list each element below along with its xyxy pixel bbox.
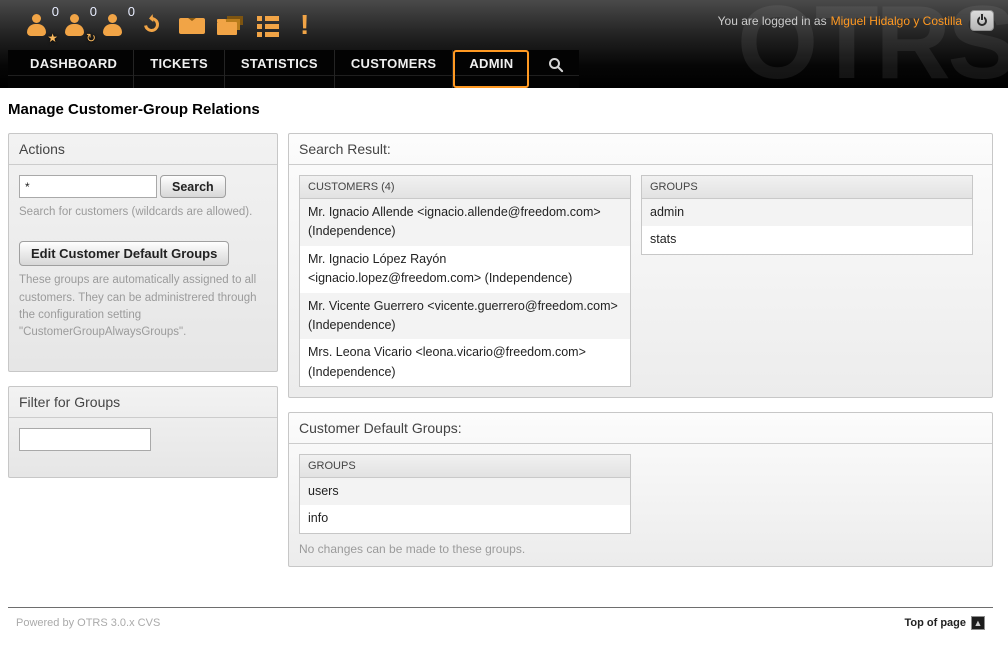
locked-tickets-count: 0 xyxy=(52,5,59,18)
queue-view-icon[interactable] xyxy=(212,6,250,46)
table-row: Mr. Ignacio López Rayón <ignacio.lopez@f… xyxy=(300,246,630,293)
arrow-up-icon: ▲ xyxy=(971,616,985,630)
star-adorn-icon: ★ xyxy=(47,32,58,44)
nav-item-admin[interactable]: ADMIN xyxy=(453,50,529,88)
responsible-tickets-icon[interactable]: ↻ 0 xyxy=(60,6,98,46)
customer-link[interactable]: Mr. Ignacio López Rayón <ignacio.lopez@f… xyxy=(300,246,630,293)
group-link[interactable]: stats xyxy=(642,226,972,253)
app-header: OTRS ★ 0 ↻ 0 0 ! You xyxy=(0,0,1008,88)
session-info: You are logged in as Miguel Hidalgo y Co… xyxy=(718,10,994,31)
locked-tickets-icon[interactable]: ★ 0 xyxy=(22,6,60,46)
page-footer: Powered by OTRS 3.0.x CVS Top of page ▲ xyxy=(8,607,993,630)
power-icon xyxy=(977,16,987,26)
nav-item-tickets[interactable]: TICKETS xyxy=(134,50,225,88)
search-result-title: Search Result: xyxy=(289,134,992,165)
login-prefix-label: You are logged in as xyxy=(718,14,827,28)
table-row: Mrs. Leona Vicario <leona.vicario@freedo… xyxy=(300,339,630,386)
nav-search-button[interactable] xyxy=(529,50,579,88)
groups-table: GROUPS admin stats xyxy=(641,175,973,255)
search-result-widget: Search Result: CUSTOMERS (4) Mr. Ignacio… xyxy=(288,133,993,398)
main-panel: Search Result: CUSTOMERS (4) Mr. Ignacio… xyxy=(288,133,993,581)
customer-link[interactable]: Mr. Vicente Guerrero <vicente.guerrero@f… xyxy=(300,293,630,340)
page-title: Manage Customer-Group Relations xyxy=(8,101,993,118)
edit-customer-default-groups-button[interactable]: Edit Customer Default Groups xyxy=(19,241,229,266)
person-icon xyxy=(103,14,123,38)
group-filter-input[interactable] xyxy=(19,428,151,451)
person-refresh-icon xyxy=(65,14,85,38)
customer-link[interactable]: Mrs. Leona Vicario <leona.vicario@freedo… xyxy=(300,339,630,386)
top-of-page-label: Top of page xyxy=(904,617,966,629)
actions-widget: Actions Search Search for customers (wil… xyxy=(8,133,278,372)
escalation-view-icon[interactable]: ! xyxy=(288,6,326,46)
folder-stack-icon xyxy=(217,22,237,35)
ticket-toolbar: ★ 0 ↻ 0 0 ! xyxy=(22,6,326,46)
customer-search-input[interactable] xyxy=(19,175,157,198)
filter-widget: Filter for Groups xyxy=(8,386,278,478)
table-row: Mr. Ignacio Allende <ignacio.allende@fre… xyxy=(300,199,630,246)
refresh-adorn-icon: ↻ xyxy=(86,32,96,44)
current-user-link[interactable]: Miguel Hidalgo y Costilla xyxy=(831,14,962,28)
table-row: info xyxy=(300,505,630,532)
new-phone-ticket-icon[interactable] xyxy=(136,6,174,46)
person-star-icon xyxy=(27,14,47,38)
responsible-tickets-count: 0 xyxy=(90,5,97,18)
default-groups-widget: Customer Default Groups: GROUPS users in… xyxy=(288,412,993,567)
sidebar: Actions Search Search for customers (wil… xyxy=(8,133,278,492)
groups-table-header: GROUPS xyxy=(642,176,972,199)
table-row: Mr. Vicente Guerrero <vicente.guerrero@f… xyxy=(300,293,630,340)
search-hint-text: Search for customers (wildcards are allo… xyxy=(19,204,267,221)
search-icon xyxy=(549,58,560,69)
watched-tickets-icon[interactable]: 0 xyxy=(98,6,136,46)
customer-link[interactable]: Mr. Ignacio Allende <ignacio.allende@fre… xyxy=(300,199,630,246)
customers-table-header: CUSTOMERS (4) xyxy=(300,176,630,199)
new-email-ticket-icon[interactable] xyxy=(174,6,212,46)
actions-widget-title: Actions xyxy=(9,134,277,165)
filter-widget-title: Filter for Groups xyxy=(9,387,277,418)
customers-table: CUSTOMERS (4) Mr. Ignacio Allende <ignac… xyxy=(299,175,631,387)
powered-by-label: Powered by OTRS 3.0.x CVS xyxy=(16,617,160,629)
default-groups-hint-text: These groups are automatically assigned … xyxy=(19,272,267,341)
main-navigation: DASHBOARD TICKETS STATISTICS CUSTOMERS A… xyxy=(8,50,579,88)
nav-item-dashboard[interactable]: DASHBOARD xyxy=(14,50,134,88)
envelope-icon xyxy=(179,18,205,34)
overview-list-icon[interactable] xyxy=(250,6,288,46)
default-group-cell: info xyxy=(300,505,630,532)
nav-item-customers[interactable]: CUSTOMERS xyxy=(335,50,454,88)
default-groups-note: No changes can be made to these groups. xyxy=(299,542,982,556)
table-row: admin xyxy=(642,199,972,226)
table-row: users xyxy=(300,478,630,505)
default-group-cell: users xyxy=(300,478,630,505)
top-of-page-link[interactable]: Top of page ▲ xyxy=(904,616,985,630)
default-groups-table: GROUPS users info xyxy=(299,454,631,534)
nav-item-statistics[interactable]: STATISTICS xyxy=(225,50,335,88)
default-groups-title: Customer Default Groups: xyxy=(289,413,992,444)
table-row: stats xyxy=(642,226,972,253)
circular-arrow-icon xyxy=(141,14,162,35)
page-content: Manage Customer-Group Relations Actions … xyxy=(0,101,1008,630)
search-button[interactable]: Search xyxy=(160,175,226,198)
logout-button[interactable] xyxy=(970,10,994,31)
exclamation-icon: ! xyxy=(300,9,309,41)
bulleted-list-icon xyxy=(257,16,262,21)
watched-tickets-count: 0 xyxy=(128,5,135,18)
default-groups-table-header: GROUPS xyxy=(300,455,630,478)
group-link[interactable]: admin xyxy=(642,199,972,226)
